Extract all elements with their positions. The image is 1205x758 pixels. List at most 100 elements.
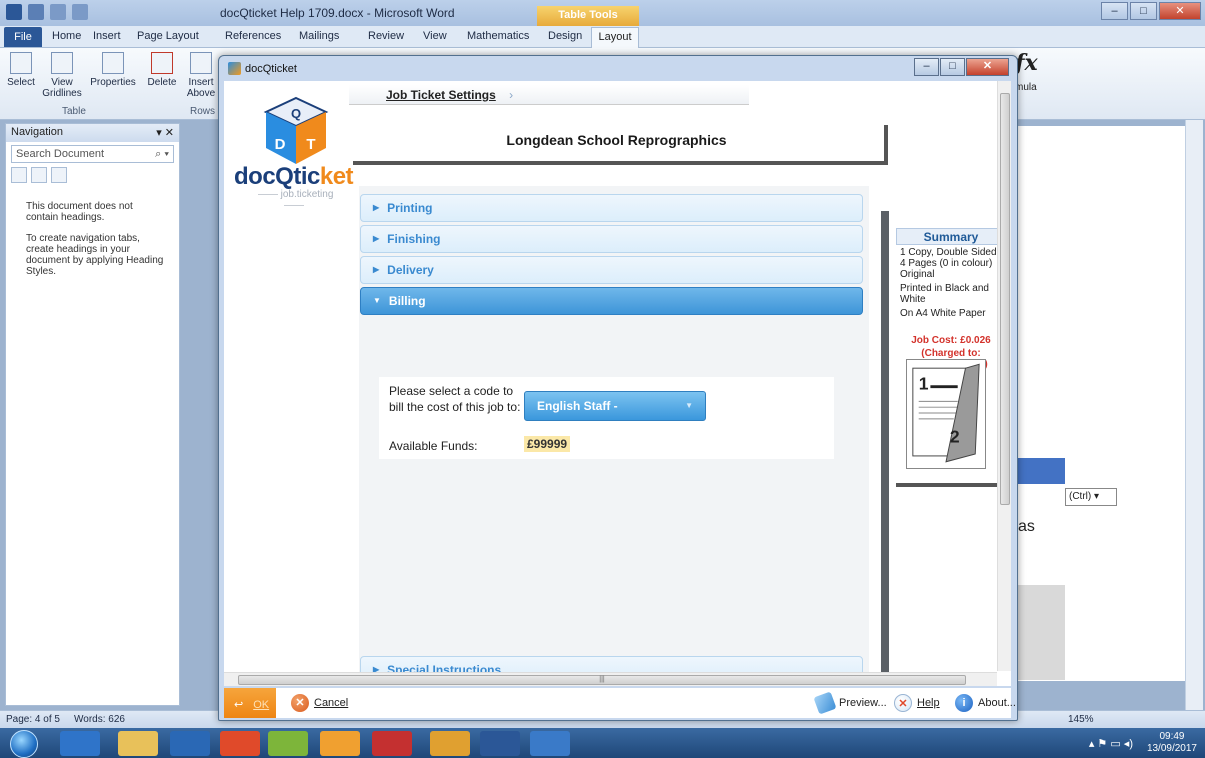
undo-icon[interactable] bbox=[50, 4, 66, 20]
navigation-search-input[interactable]: Search Document ⌕ ▾ bbox=[11, 145, 174, 163]
help-icon: ✕ bbox=[894, 694, 912, 712]
paste-options-button[interactable]: (Ctrl) ▾ bbox=[1065, 488, 1117, 506]
ok-button[interactable]: ↩ OK bbox=[224, 688, 276, 718]
billing-form: Please select a code to bill the cost of… bbox=[379, 377, 834, 459]
navigation-title: Navigation bbox=[11, 126, 63, 138]
tab-design[interactable]: Design bbox=[548, 30, 582, 42]
docqticket-app-icon bbox=[228, 62, 241, 75]
formula-icon[interactable]: fx bbox=[1015, 50, 1038, 76]
delete-icon bbox=[151, 52, 173, 74]
chrome-taskbar-icon[interactable] bbox=[220, 731, 260, 756]
tab-references[interactable]: References bbox=[225, 30, 281, 42]
properties-icon bbox=[102, 52, 124, 74]
tab-mailings[interactable]: Mailings bbox=[299, 30, 339, 42]
publisher-taskbar-icon[interactable] bbox=[320, 731, 360, 756]
navigation-msg-1: This document does not contain headings. bbox=[26, 201, 133, 223]
svg-text:D: D bbox=[275, 136, 286, 153]
outlook-taskbar-icon[interactable] bbox=[170, 731, 210, 756]
internet-explorer-taskbar-icon[interactable] bbox=[60, 731, 100, 756]
section-billing[interactable]: ▼ Billing bbox=[360, 287, 863, 315]
properties-button[interactable]: Properties bbox=[88, 52, 138, 88]
chevron-down-icon: ▼ bbox=[685, 401, 693, 410]
docqticket-taskbar-icon[interactable] bbox=[530, 731, 570, 756]
formula-label: mula bbox=[1015, 82, 1037, 93]
save-icon[interactable] bbox=[28, 4, 44, 20]
chevron-right-icon: ▶ bbox=[373, 265, 380, 274]
tab-insert[interactable]: Insert bbox=[93, 30, 121, 42]
help-button[interactable]: ✕ Help bbox=[894, 694, 940, 712]
vertical-scroll-thumb[interactable] bbox=[1000, 93, 1010, 505]
document-scrollbar[interactable] bbox=[1185, 120, 1203, 710]
start-button[interactable] bbox=[10, 730, 38, 758]
dialog-horizontal-scrollbar[interactable]: ||| bbox=[224, 672, 997, 686]
dialog-title: docQticket bbox=[245, 63, 297, 75]
section-delivery[interactable]: ▶ Delivery bbox=[360, 256, 863, 284]
chevron-right-icon: ▶ bbox=[373, 203, 380, 212]
logo-subtitle: job.ticketing bbox=[244, 189, 344, 211]
svg-text:1: 1 bbox=[919, 374, 929, 394]
quick-access-toolbar bbox=[6, 4, 88, 20]
dialog-minimize-button[interactable]: – bbox=[914, 58, 939, 76]
chevron-down-icon: ▼ bbox=[373, 296, 381, 305]
status-zoom[interactable]: 145% bbox=[1068, 714, 1094, 725]
dialog-vertical-scrollbar[interactable] bbox=[997, 81, 1011, 671]
select-button[interactable]: Select bbox=[6, 52, 36, 88]
logo-text-tail: ket bbox=[319, 163, 354, 190]
navigation-close-icon[interactable]: ▾ ✕ bbox=[156, 126, 174, 140]
cancel-button[interactable]: ✕ Cancel bbox=[291, 694, 348, 712]
minimize-button[interactable]: – bbox=[1101, 2, 1128, 20]
view-gridlines-button[interactable]: View Gridlines bbox=[40, 52, 84, 99]
redo-icon[interactable] bbox=[72, 4, 88, 20]
navigation-search-placeholder: Search Document bbox=[16, 148, 105, 160]
about-button[interactable]: i About... bbox=[955, 694, 1016, 712]
tab-view[interactable]: View bbox=[423, 30, 447, 42]
preview-button[interactable]: Preview... bbox=[813, 691, 887, 715]
tab-file[interactable]: File bbox=[4, 27, 42, 47]
tab-page-layout[interactable]: Page Layout bbox=[137, 30, 199, 42]
browse-pages-icon[interactable] bbox=[31, 167, 47, 183]
system-tray-icons[interactable]: ▴ ⚑ ▭ ◂) bbox=[1089, 737, 1133, 750]
d-app-taskbar-icon[interactable] bbox=[430, 731, 470, 756]
section-printing-label: Printing bbox=[387, 201, 433, 215]
panel-divider bbox=[881, 211, 889, 686]
svg-text:Q: Q bbox=[291, 106, 301, 121]
insert-above-button[interactable]: Insert Above bbox=[186, 52, 216, 99]
breadcrumb-job-ticket-settings[interactable]: Job Ticket Settings bbox=[386, 88, 496, 102]
dialog-maximize-button[interactable]: □ bbox=[940, 58, 965, 76]
horizontal-scroll-thumb[interactable]: ||| bbox=[238, 675, 966, 685]
svg-text:T: T bbox=[306, 136, 315, 153]
navigation-view-tabs bbox=[11, 167, 174, 183]
tab-mathematics[interactable]: Mathematics bbox=[467, 30, 529, 42]
browse-results-icon[interactable] bbox=[51, 167, 67, 183]
file-explorer-taskbar-icon[interactable] bbox=[118, 731, 158, 756]
tab-review[interactable]: Review bbox=[368, 30, 404, 42]
billing-code-select[interactable]: English Staff - ▼ bbox=[524, 391, 706, 421]
browse-headings-icon[interactable] bbox=[11, 167, 27, 183]
delete-button[interactable]: Delete bbox=[145, 52, 179, 88]
maximize-button[interactable]: □ bbox=[1130, 2, 1157, 20]
acrobat-taskbar-icon[interactable] bbox=[372, 731, 412, 756]
app-taskbar-icon[interactable] bbox=[268, 731, 308, 756]
status-words[interactable]: Words: 626 bbox=[74, 714, 125, 725]
ribbon-group-rows: Rows bbox=[190, 106, 216, 117]
preview-icon bbox=[813, 691, 837, 715]
section-printing[interactable]: ▶ Printing bbox=[360, 194, 863, 222]
document-page bbox=[1060, 126, 1185, 681]
search-icon[interactable]: ⌕ ▾ bbox=[155, 148, 169, 160]
word-app-icon[interactable] bbox=[6, 4, 22, 20]
dialog-client-area: Q D T docQticket job.ticketing Job Ticke… bbox=[224, 81, 1011, 686]
tab-home[interactable]: Home bbox=[52, 30, 81, 42]
close-button[interactable]: ✕ bbox=[1159, 2, 1201, 20]
breadcrumb: Job Ticket Settings › bbox=[349, 85, 749, 105]
status-page[interactable]: Page: 4 of 5 bbox=[6, 714, 60, 725]
delete-label: Delete bbox=[147, 77, 177, 88]
dialog-close-button[interactable]: ✕ bbox=[966, 58, 1009, 76]
section-finishing[interactable]: ▶ Finishing bbox=[360, 225, 863, 253]
ribbon-tab-strip: File Home Insert Page Layout References … bbox=[0, 26, 1205, 49]
taskbar-clock[interactable]: 09:49 13/09/2017 bbox=[1147, 731, 1197, 755]
tab-layout[interactable]: Layout bbox=[591, 27, 639, 49]
document-preview-icon: 1 2 bbox=[906, 359, 986, 469]
summary-divider bbox=[896, 483, 1006, 487]
document-text-fragment: as bbox=[1018, 518, 1035, 535]
word-taskbar-icon[interactable] bbox=[480, 731, 520, 756]
